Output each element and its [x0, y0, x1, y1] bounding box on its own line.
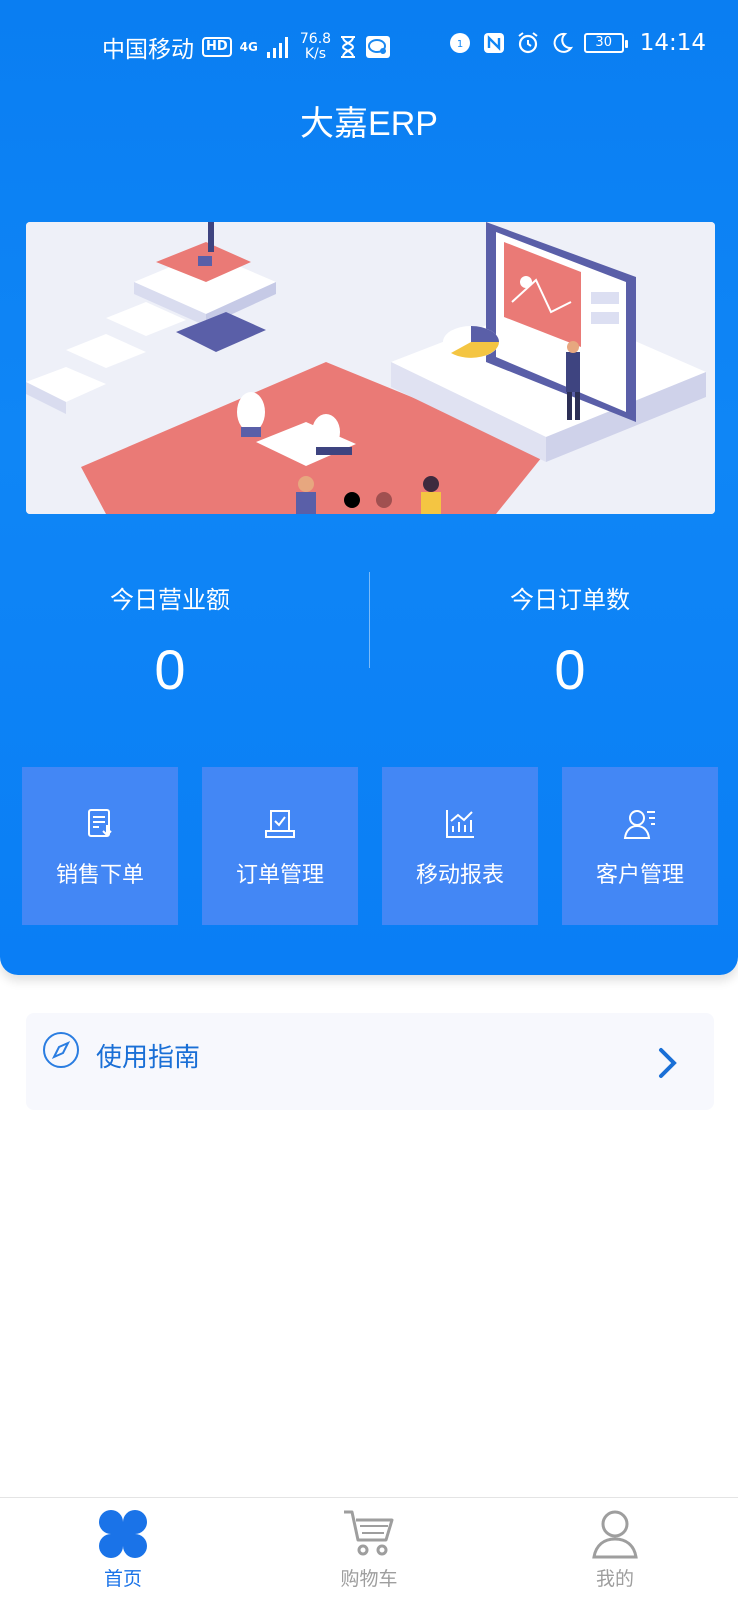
orders-stat: 今日订单数 0 [400, 580, 738, 702]
speed-value: 76.8 [299, 31, 332, 47]
menu-order-management-label: 订单管理 [235, 863, 324, 888]
network-type: 4G [239, 40, 258, 54]
tab-cart-label: 购物车 [340, 1568, 398, 1590]
tab-cart[interactable]: 购物车 [289, 1508, 449, 1591]
carousel-dot-active[interactable] [344, 492, 360, 508]
revenue-value: 0 [154, 638, 186, 701]
tab-profile-label: 我的 [595, 1568, 634, 1590]
alarm-icon [518, 32, 538, 54]
speed-unit: K/s [304, 46, 327, 62]
menu-mobile-report[interactable]: 移动报表 [382, 767, 538, 925]
svg-text:1: 1 [457, 39, 463, 50]
user-icon [592, 1510, 638, 1559]
customer-management-icon [623, 810, 655, 839]
order-management-icon [265, 810, 295, 838]
menu-customer-management-label: 客户管理 [595, 863, 684, 888]
menu-order-management[interactable]: 订单管理 [202, 767, 358, 925]
carousel-dot[interactable] [376, 492, 392, 508]
cart-icon [344, 1510, 394, 1556]
bottom-tab-bar: 首页 购物车 我的 [0, 1497, 738, 1600]
hourglass-icon [341, 36, 356, 58]
banner-illustration [26, 222, 715, 514]
hd-call-icon: 1 [449, 33, 470, 53]
nfc-icon [483, 33, 504, 53]
menu-customer-management[interactable]: 客户管理 [562, 767, 718, 925]
report-chart-icon [446, 810, 474, 838]
menu-mobile-report-label: 移动报表 [415, 863, 504, 888]
status-left: 中国移动 HD 4G 76.8 K/s [102, 30, 391, 64]
moon-icon [553, 32, 573, 53]
stats-divider [369, 572, 370, 668]
user-guide-label: 使用指南 [96, 1043, 201, 1073]
status-bar: 中国移动 HD 4G 76.8 K/s 1 30 14:14 [0, 0, 738, 92]
home-grid-icon [99, 1510, 147, 1558]
hd-badge: HD [202, 37, 232, 57]
compass-icon [43, 1032, 79, 1068]
signal-icon [266, 37, 288, 58]
revenue-label: 今日营业额 [110, 586, 230, 614]
menu-sales-order[interactable]: 销售下单 [22, 767, 178, 925]
tab-profile[interactable]: 我的 [535, 1508, 695, 1591]
app-title: 大嘉ERP [300, 105, 438, 143]
tab-home[interactable]: 首页 [43, 1508, 203, 1591]
banner-carousel[interactable] [26, 222, 715, 514]
orders-label: 今日订单数 [510, 586, 630, 614]
carousel-indicator [344, 492, 392, 508]
app-screen: 中国移动 HD 4G 76.8 K/s 1 30 14:14 大嘉ERP 今日营… [0, 0, 738, 1600]
network-speed: 76.8 K/s [300, 32, 331, 62]
menu-sales-order-label: 销售下单 [55, 863, 144, 888]
user-guide-row[interactable]: 使用指南 [26, 1013, 714, 1110]
sales-order-icon [88, 809, 112, 837]
chat-app-icon [366, 36, 391, 58]
battery-icon: 30 [583, 33, 628, 53]
header-panel: 中国移动 HD 4G 76.8 K/s 1 30 14:14 大嘉ERP 今日营… [0, 0, 738, 975]
tab-home-label: 首页 [103, 1568, 142, 1590]
status-right: 1 30 14:14 [448, 30, 706, 56]
clock: 14:14 [639, 30, 706, 56]
revenue-stat: 今日营业额 0 [0, 580, 340, 702]
carrier-label: 中国移动 [102, 37, 194, 63]
orders-value: 0 [554, 638, 586, 701]
chevron-right-icon [659, 1048, 677, 1078]
